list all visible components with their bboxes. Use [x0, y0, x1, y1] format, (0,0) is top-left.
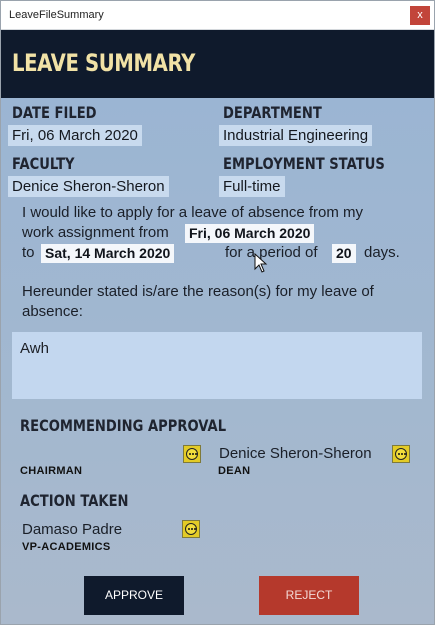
close-button[interactable]: x — [410, 6, 430, 25]
page-title: LEAVE SUMMARY — [12, 49, 195, 77]
recommending-approval-heading: RECOMMENDING APPROVAL — [20, 416, 227, 435]
days-word: days. — [364, 244, 400, 261]
reason-text-box: Awh — [12, 332, 422, 399]
dean-role: DEAN — [218, 465, 251, 477]
to-date-value: Sat, 14 March 2020 — [41, 244, 175, 263]
title-bar: LeaveFileSummary x — [1, 1, 434, 30]
from-date-value: Fri, 06 March 2020 — [185, 224, 315, 243]
vp-role: VP-ACADEMICS — [22, 541, 111, 553]
request-line-1: I would like to apply for a leave of abs… — [22, 204, 364, 221]
summary-content: DATE FILED Fri, 06 March 2020 DEPARTMENT… — [1, 98, 434, 624]
to-word: to — [22, 244, 35, 261]
faculty-label: FACULTY — [12, 154, 75, 173]
header: LEAVE SUMMARY — [1, 30, 434, 98]
mouse-cursor-icon — [254, 253, 268, 273]
reason-intro-line-1: Hereunder stated is/are the reason(s) fo… — [22, 283, 374, 300]
department-value: Industrial Engineering — [219, 125, 373, 146]
request-line-2-prefix: work assignment from — [22, 224, 169, 241]
dean-name: Denice Sheron-Sheron — [219, 445, 372, 462]
chairman-status-icon — [183, 445, 201, 463]
reason-text: Awh — [20, 340, 49, 357]
action-taken-heading: ACTION TAKEN — [20, 491, 129, 510]
reason-intro-line-2: absence: — [22, 303, 83, 320]
dean-status-icon — [392, 445, 410, 463]
date-filed-label: DATE FILED — [12, 103, 97, 122]
leave-summary-window: LeaveFileSummary x LEAVE SUMMARY DATE FI… — [0, 0, 435, 625]
days-count-value: 20 — [332, 244, 356, 263]
department-label: DEPARTMENT — [223, 103, 322, 122]
vp-status-icon — [182, 520, 200, 538]
window-title: LeaveFileSummary — [9, 9, 104, 21]
chairman-role: CHAIRMAN — [20, 465, 83, 477]
employment-status-label: EMPLOYMENT STATUS — [223, 154, 385, 173]
period-text: for a period of — [225, 244, 318, 261]
reject-button[interactable]: REJECT — [259, 576, 359, 615]
vp-name: Damaso Padre — [22, 521, 123, 538]
faculty-value: Denice Sheron-Sheron — [8, 176, 169, 197]
employment-status-value: Full-time — [219, 176, 285, 197]
date-filed-value: Fri, 06 March 2020 — [8, 125, 142, 146]
approve-button[interactable]: APPROVE — [84, 576, 184, 615]
